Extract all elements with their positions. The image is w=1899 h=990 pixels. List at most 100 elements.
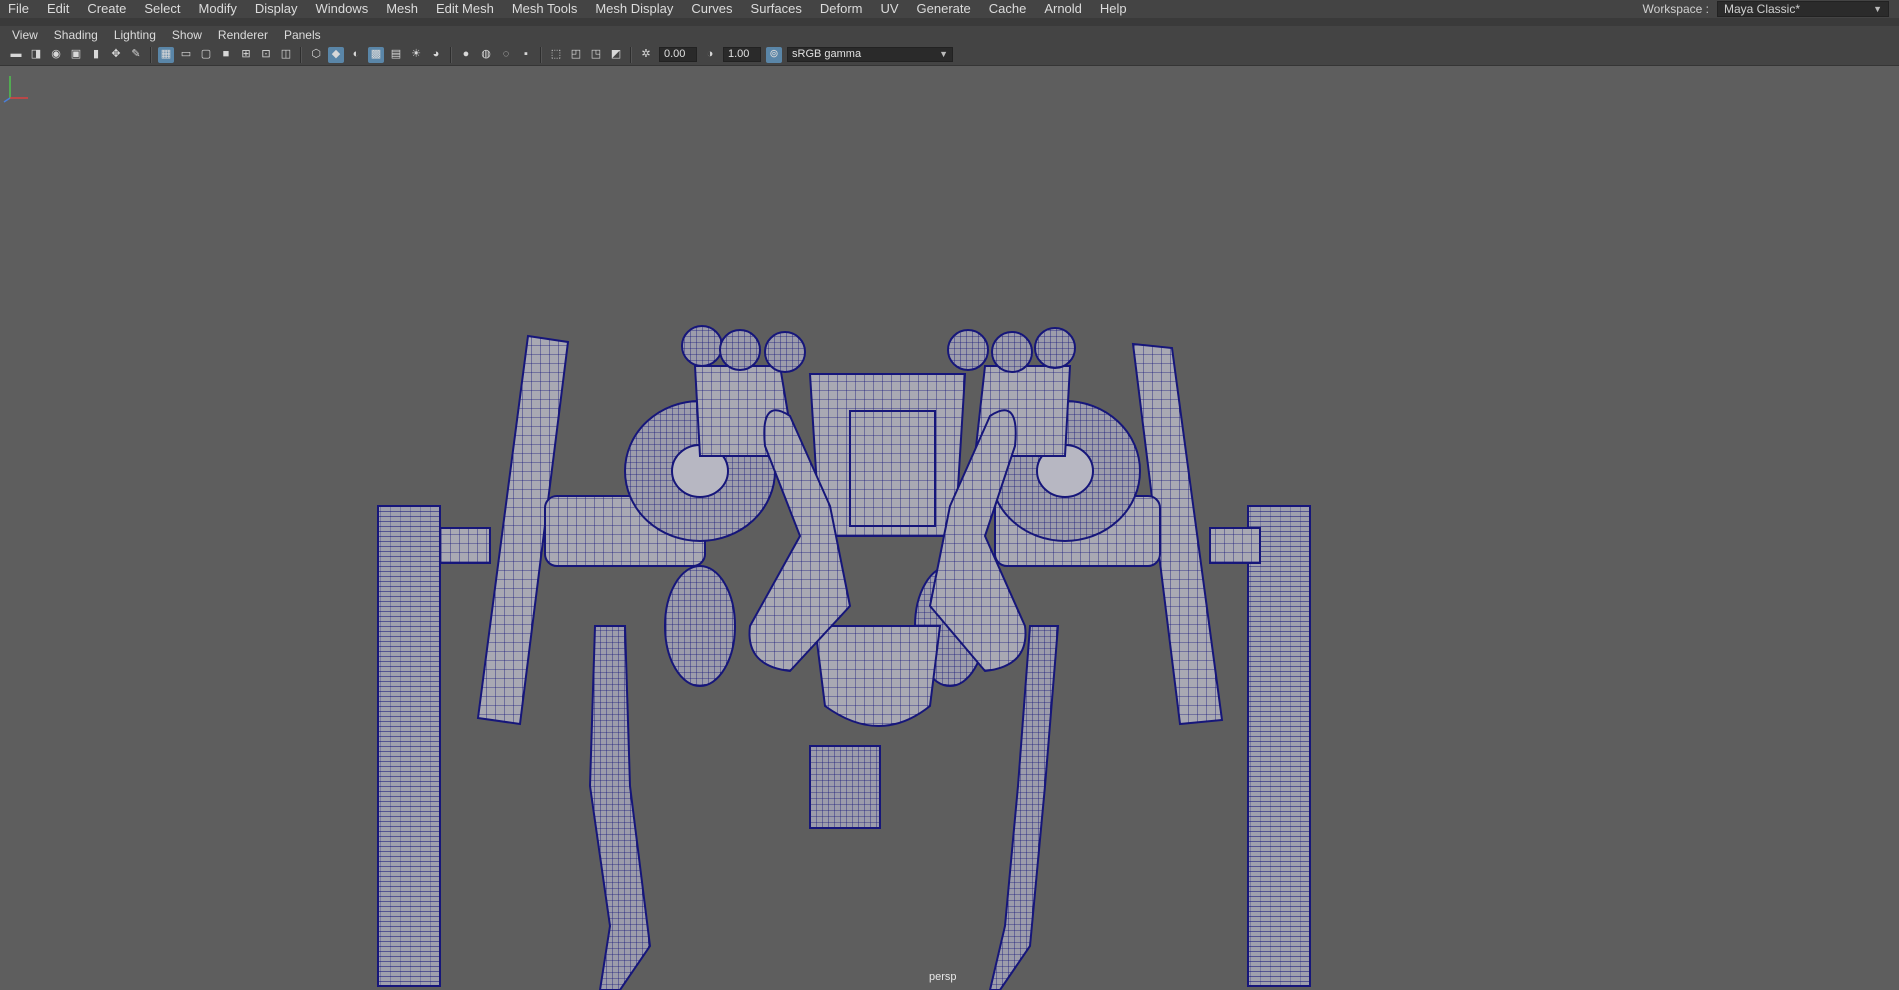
toolbar-separator	[300, 46, 302, 63]
menu-surfaces[interactable]: Surfaces	[742, 0, 811, 18]
panel-menu-lighting[interactable]: Lighting	[106, 26, 164, 44]
anti-aliasing-icon[interactable]: ◌	[498, 47, 514, 63]
depth-of-field-icon[interactable]: ▪	[518, 47, 534, 63]
image-plane-icon[interactable]: ▣	[68, 47, 84, 63]
camera-tools: ▬ ◨ ◉ ▣ ▮ ✥ ✎	[6, 47, 146, 63]
menu-uv[interactable]: UV	[871, 0, 907, 18]
shadows-icon[interactable]: ◕	[428, 47, 444, 63]
toolbar-separator	[150, 46, 152, 63]
menu-mesh-tools[interactable]: Mesh Tools	[503, 0, 587, 18]
workspace-value: Maya Classic*	[1724, 2, 1801, 16]
workspace-label: Workspace :	[1642, 2, 1709, 16]
chevron-down-icon: ▼	[939, 49, 948, 59]
right-exhaust-1	[947, 329, 989, 371]
right-inner-leg	[988, 625, 1060, 990]
menu-select[interactable]: Select	[135, 0, 189, 18]
menu-edit-mesh[interactable]: Edit Mesh	[427, 0, 503, 18]
bookmarks-icon[interactable]: ◉	[48, 47, 64, 63]
color-space-value: sRGB gamma	[792, 48, 862, 60]
safe-action-icon[interactable]: ⊡	[258, 47, 274, 63]
textured-icon[interactable]: ▤	[388, 47, 404, 63]
lights-icon[interactable]: ☀	[408, 47, 424, 63]
exposure-icon[interactable]: ✲	[638, 47, 654, 63]
panel-menu-bar: View Shading Lighting Show Renderer Pane…	[0, 26, 1899, 44]
menu-separator-band	[0, 18, 1899, 26]
panel-menu-shading[interactable]: Shading	[46, 26, 106, 44]
menu-arnold[interactable]: Arnold	[1035, 0, 1091, 18]
menu-create[interactable]: Create	[78, 0, 135, 18]
camera-attributes-icon[interactable]: ◨	[28, 47, 44, 63]
panel-menu-show[interactable]: Show	[164, 26, 210, 44]
safe-title-icon[interactable]: ◫	[278, 47, 294, 63]
resolution-gate-icon[interactable]: ▢	[198, 47, 214, 63]
left-exhaust-1	[681, 325, 723, 367]
render-options: ● ◍ ◌ ▪	[456, 47, 536, 63]
menu-cache[interactable]: Cache	[980, 0, 1036, 18]
menu-windows[interactable]: Windows	[306, 0, 377, 18]
menu-help[interactable]: Help	[1091, 0, 1136, 18]
left-inner-leg	[588, 625, 652, 990]
robot-wireframe-model	[377, 325, 1311, 990]
screen-space-ao-icon[interactable]: ●	[458, 47, 474, 63]
menu-modify[interactable]: Modify	[190, 0, 246, 18]
default-material-icon[interactable]: ◐	[348, 47, 364, 63]
menu-curves[interactable]: Curves	[682, 0, 741, 18]
grid-icon[interactable]: ▦	[158, 46, 174, 63]
toolbar-separator	[630, 46, 632, 63]
select-camera-icon[interactable]: ▬	[8, 47, 24, 63]
panel-menu-renderer[interactable]: Renderer	[210, 26, 276, 44]
field-chart-icon[interactable]: ⊞	[238, 47, 254, 63]
gamma-icon[interactable]: ◑	[702, 47, 718, 63]
menu-deform[interactable]: Deform	[811, 0, 872, 18]
smooth-shade-icon[interactable]: ◆	[328, 46, 344, 63]
wireframe-icon[interactable]: ⬡	[308, 47, 324, 63]
gate-mask-icon[interactable]: ■	[218, 47, 234, 63]
grease-pencil-icon[interactable]: ✎	[128, 47, 144, 63]
2d-pan-zoom-icon[interactable]: ✥	[108, 47, 124, 63]
xray-icon[interactable]: ◰	[568, 47, 584, 63]
motion-blur-icon[interactable]: ◍	[478, 47, 494, 63]
gamma-field[interactable]: 1.00	[723, 47, 761, 62]
menu-file[interactable]: File	[0, 0, 38, 18]
left-exhaust-3	[764, 331, 806, 373]
left-lower-gear	[664, 565, 736, 687]
left-small-joint	[439, 527, 491, 564]
camera-name-label: persp	[929, 971, 957, 983]
workspace-selector: Workspace : Maya Classic* ▼	[1643, 0, 1899, 18]
menu-mesh-display[interactable]: Mesh Display	[586, 0, 682, 18]
view-axis-indicator	[3, 76, 28, 103]
perspective-viewport[interactable]: persp	[0, 66, 1899, 990]
panel-toolbar: ▬ ◨ ◉ ▣ ▮ ✥ ✎ ▦ ▭ ▢ ■ ⊞ ⊡ ◫ ⬡ ◆ ◐ ▩ ▤ ☀ …	[0, 44, 1899, 66]
panel-menu-panels[interactable]: Panels	[276, 26, 329, 44]
menu-generate[interactable]: Generate	[908, 0, 980, 18]
view-guides: ▦ ▭ ▢ ■ ⊞ ⊡ ◫	[156, 46, 296, 63]
film-gate-icon[interactable]: ▭	[178, 47, 194, 63]
toolbar-separator	[540, 46, 542, 63]
lower-vent	[809, 745, 881, 829]
color-management: ✲ 0.00 ◑ 1.00 ⊚ sRGB gamma ▼	[636, 46, 956, 63]
menu-display[interactable]: Display	[246, 0, 307, 18]
menu-mesh[interactable]: Mesh	[377, 0, 427, 18]
isolate-tools: ⬚ ◰ ◳ ◩	[546, 47, 626, 63]
central-box-face	[849, 410, 936, 527]
isolate-select-icon[interactable]: ⬚	[548, 47, 564, 63]
workspace-dropdown[interactable]: Maya Classic* ▼	[1717, 1, 1889, 17]
color-space-dropdown[interactable]: sRGB gamma ▼	[787, 47, 953, 62]
color-management-toggle-icon[interactable]: ⊚	[766, 46, 782, 63]
bookmark-icon[interactable]: ▮	[88, 47, 104, 63]
panel-menu-view[interactable]: View	[0, 26, 46, 44]
right-exhaust-2	[991, 331, 1033, 373]
left-outer-leg	[377, 505, 441, 987]
exposure-field[interactable]: 0.00	[659, 47, 697, 62]
wireframe-on-shaded-icon[interactable]: ▩	[368, 46, 384, 63]
toolbar-separator	[450, 46, 452, 63]
shading-modes: ⬡ ◆ ◐ ▩ ▤ ☀ ◕	[306, 46, 446, 63]
xray-active-components-icon[interactable]: ◳	[588, 47, 604, 63]
right-exhaust-3	[1034, 327, 1076, 369]
gamma-value: 1.00	[728, 48, 750, 60]
chevron-down-icon: ▼	[1873, 4, 1882, 14]
main-menu-bar: File Edit Create Select Modify Display W…	[0, 0, 1899, 18]
menu-edit[interactable]: Edit	[38, 0, 78, 18]
right-outer-leg	[1247, 505, 1311, 987]
xray-joints-icon[interactable]: ◩	[608, 47, 624, 63]
